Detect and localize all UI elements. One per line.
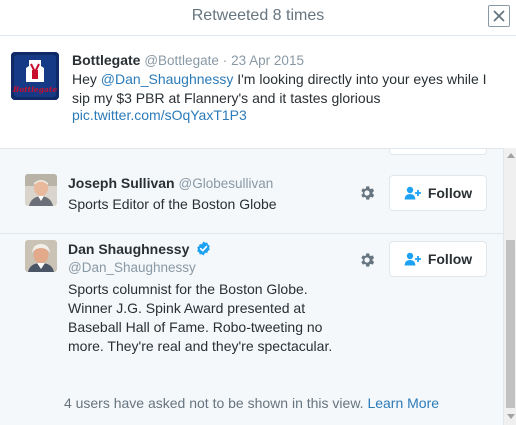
follow-button[interactable]: Follow [389, 241, 487, 277]
user-row: Joseph Sullivan @Globesullivan Sports Ed… [0, 162, 503, 234]
learn-more-link[interactable]: Learn More [367, 395, 439, 411]
logo-wordmark: Bottlegate [12, 85, 57, 94]
user-bio: Sports Editor of the Boston Globe [68, 196, 277, 212]
follow-user-icon [404, 252, 422, 266]
gear-icon [361, 186, 375, 200]
scroll-down-arrow-icon[interactable] [507, 414, 515, 419]
bottlegate-logo: Bottlegate [11, 52, 59, 100]
modal-title: Retweeted 8 times [191, 7, 325, 24]
follow-button-label: Follow [427, 185, 473, 201]
modal-header: Retweeted 8 times [0, 0, 516, 36]
tweet-author-handle[interactable]: @Bottlegate [144, 53, 219, 68]
tweet-media-link[interactable]: pic.twitter.com/sOqYaxT1P3 [72, 107, 247, 123]
follow-button-label: Follow [427, 251, 473, 267]
scrollbar[interactable] [503, 148, 516, 425]
hidden-users-note: 4 users have asked not to be shown in th… [0, 395, 503, 411]
avatar[interactable] [25, 240, 57, 272]
user-name-line: Joseph Sullivan @Globesullivan [68, 175, 273, 191]
tweet-separator: · [222, 53, 228, 68]
scroll-up-arrow-icon[interactable] [507, 153, 515, 158]
follow-button[interactable]: Follow [389, 175, 487, 211]
close-button[interactable] [488, 5, 510, 27]
tweet-author-name[interactable]: Bottlegate [72, 52, 140, 68]
retweeters-list: Joseph Sullivan @Globesullivan Sports Ed… [0, 148, 503, 425]
bottlegate-avatar[interactable]: Bottlegate [11, 52, 59, 100]
hidden-users-text: 4 users have asked not to be shown in th… [63, 395, 364, 411]
follow-button-partial[interactable] [389, 149, 487, 155]
user-name[interactable]: Joseph Sullivan [68, 175, 175, 191]
tweet-mention-link[interactable]: @Dan_Shaughnessy [101, 71, 234, 87]
gear-icon [361, 253, 375, 267]
scroll-thumb[interactable] [506, 240, 515, 408]
joseph-sullivan-avatar-image [25, 174, 57, 206]
tweet-text: Hey @Dan_Shaughnessy I'm looking directl… [72, 70, 508, 108]
user-name-line: Dan Shaughnessy [68, 241, 211, 259]
dan-shaughnessy-avatar-image [25, 240, 57, 272]
user-handle[interactable]: @Globesullivan [178, 176, 273, 191]
user-name[interactable]: Dan Shaughnessy [68, 241, 189, 257]
tweet-text-prefix: Hey [72, 71, 101, 87]
follow-user-icon [404, 186, 422, 200]
original-tweet: Bottlegate Bottlegate @Bottlegate · 23 A… [0, 36, 516, 148]
tweet-header: Bottlegate @Bottlegate · 23 Apr 2015 [72, 52, 304, 68]
close-icon [493, 10, 505, 22]
user-handle[interactable]: @Dan_Shaughnessy [68, 260, 196, 275]
user-bio: Sports columnist for the Boston Globe. W… [68, 281, 333, 354]
avatar[interactable] [25, 174, 57, 206]
tweet-date[interactable]: 23 Apr 2015 [231, 53, 304, 68]
user-row: Dan Shaughnessy @Dan_Shaughnessy Sports … [0, 235, 503, 375]
user-actions-button[interactable] [357, 183, 377, 203]
verified-icon [196, 241, 211, 259]
user-actions-button[interactable] [357, 250, 377, 270]
